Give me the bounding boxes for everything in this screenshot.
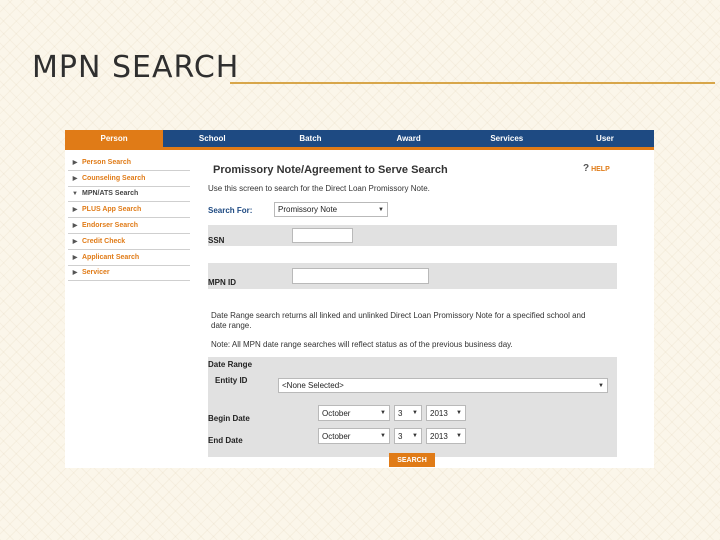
end-year-value: 2013 bbox=[430, 431, 448, 441]
chevron-down-icon: ▼ bbox=[598, 382, 604, 389]
triangle-right-icon: ▶ bbox=[72, 254, 78, 261]
tab-award[interactable]: Award bbox=[360, 130, 458, 147]
triangle-down-icon: ▼ bbox=[72, 190, 78, 197]
date-range-label: Date Range bbox=[208, 360, 253, 369]
intro-text: Use this screen to search for the Direct… bbox=[208, 184, 430, 193]
sidebar-item-endorser-search[interactable]: ▶ Endorser Search bbox=[68, 218, 190, 234]
triangle-right-icon: ▶ bbox=[72, 238, 78, 245]
slide-title: MPN SEARCH bbox=[32, 50, 240, 85]
begin-year-select[interactable]: 2013 ▼ bbox=[426, 405, 466, 421]
sidebar-item-label: Credit Check bbox=[82, 237, 126, 245]
sidebar-item-label: Person Search bbox=[82, 158, 132, 166]
help-icon: ? bbox=[583, 163, 590, 174]
sidebar: ▶ Person Search ▶ Counseling Search ▼ MP… bbox=[68, 155, 190, 282]
top-nav: Person School Batch Award Services User bbox=[65, 130, 654, 147]
entity-id-value: <None Selected> bbox=[282, 381, 344, 390]
ssn-label: SSN bbox=[208, 236, 225, 245]
search-for-select[interactable]: Promissory Note ▼ bbox=[274, 202, 388, 217]
tab-school[interactable]: School bbox=[163, 130, 261, 147]
screenshot-panel: Person School Batch Award Services User … bbox=[65, 130, 654, 468]
chevron-down-icon: ▼ bbox=[380, 433, 386, 439]
sidebar-item-person-search[interactable]: ▶ Person Search bbox=[68, 155, 190, 171]
search-for-label: Search For: bbox=[208, 206, 253, 215]
tab-user[interactable]: User bbox=[556, 130, 654, 147]
page-title: Promissory Note/Agreement to Serve Searc… bbox=[213, 164, 448, 176]
sidebar-item-label: Counseling Search bbox=[82, 174, 146, 182]
triangle-right-icon: ▶ bbox=[72, 159, 78, 166]
entity-id-label: Entity ID bbox=[215, 376, 248, 385]
triangle-right-icon: ▶ bbox=[72, 175, 78, 182]
triangle-right-icon: ▶ bbox=[72, 270, 78, 277]
end-day-value: 3 bbox=[398, 431, 403, 441]
triangle-right-icon: ▶ bbox=[72, 223, 78, 230]
chevron-down-icon: ▼ bbox=[378, 206, 384, 213]
chevron-down-icon: ▼ bbox=[456, 433, 462, 439]
sidebar-item-label: Endorser Search bbox=[82, 222, 139, 230]
title-rule bbox=[230, 82, 715, 84]
chevron-down-icon: ▼ bbox=[380, 410, 386, 416]
search-button[interactable]: SEARCH bbox=[389, 453, 435, 467]
sidebar-item-label: Applicant Search bbox=[82, 253, 140, 261]
end-day-select[interactable]: 3 ▼ bbox=[394, 428, 422, 444]
sidebar-item-label: PLUS App Search bbox=[82, 206, 142, 214]
status-note: Note: All MPN date range searches will r… bbox=[211, 340, 513, 349]
sidebar-item-plus-app-search[interactable]: ▶ PLUS App Search bbox=[68, 202, 190, 219]
mpn-id-input[interactable] bbox=[292, 268, 429, 284]
end-month-value: October bbox=[322, 431, 351, 441]
tab-batch[interactable]: Batch bbox=[261, 130, 359, 147]
sidebar-item-counseling-search[interactable]: ▶ Counseling Search bbox=[68, 171, 190, 187]
begin-month-value: October bbox=[322, 408, 351, 418]
end-year-select[interactable]: 2013 ▼ bbox=[426, 428, 466, 444]
chevron-down-icon: ▼ bbox=[412, 433, 418, 439]
sidebar-item-mpn-ats-search[interactable]: ▼ MPN/ATS Search bbox=[68, 187, 190, 203]
entity-id-select[interactable]: <None Selected> ▼ bbox=[278, 378, 608, 393]
ssn-input[interactable] bbox=[292, 228, 353, 243]
date-range-note: Date Range search returns all linked and… bbox=[211, 311, 586, 330]
tab-services[interactable]: Services bbox=[458, 130, 556, 147]
begin-date-label: Begin Date bbox=[208, 414, 250, 423]
chevron-down-icon: ▼ bbox=[412, 410, 418, 416]
ssn-row bbox=[208, 225, 617, 246]
sidebar-item-servicer[interactable]: ▶ Servicer bbox=[68, 266, 190, 282]
help-label: HELP bbox=[591, 166, 610, 173]
end-month-select[interactable]: October ▼ bbox=[318, 428, 390, 444]
nav-underline bbox=[65, 147, 654, 150]
sidebar-item-label: Servicer bbox=[82, 269, 110, 277]
triangle-right-icon: ▶ bbox=[72, 207, 78, 214]
mpn-id-label: MPN ID bbox=[208, 278, 236, 287]
chevron-down-icon: ▼ bbox=[456, 410, 462, 416]
sidebar-item-label: MPN/ATS Search bbox=[82, 190, 139, 198]
begin-year-value: 2013 bbox=[430, 408, 448, 418]
begin-month-select[interactable]: October ▼ bbox=[318, 405, 390, 421]
end-date-label: End Date bbox=[208, 436, 243, 445]
tab-person[interactable]: Person bbox=[65, 130, 164, 147]
sidebar-item-credit-check[interactable]: ▶ Credit Check bbox=[68, 234, 190, 250]
help-link[interactable]: ? HELP bbox=[583, 163, 610, 174]
begin-day-select[interactable]: 3 ▼ bbox=[394, 405, 422, 421]
sidebar-item-applicant-search[interactable]: ▶ Applicant Search bbox=[68, 250, 190, 266]
begin-day-value: 3 bbox=[398, 408, 403, 418]
search-for-value: Promissory Note bbox=[278, 205, 338, 214]
